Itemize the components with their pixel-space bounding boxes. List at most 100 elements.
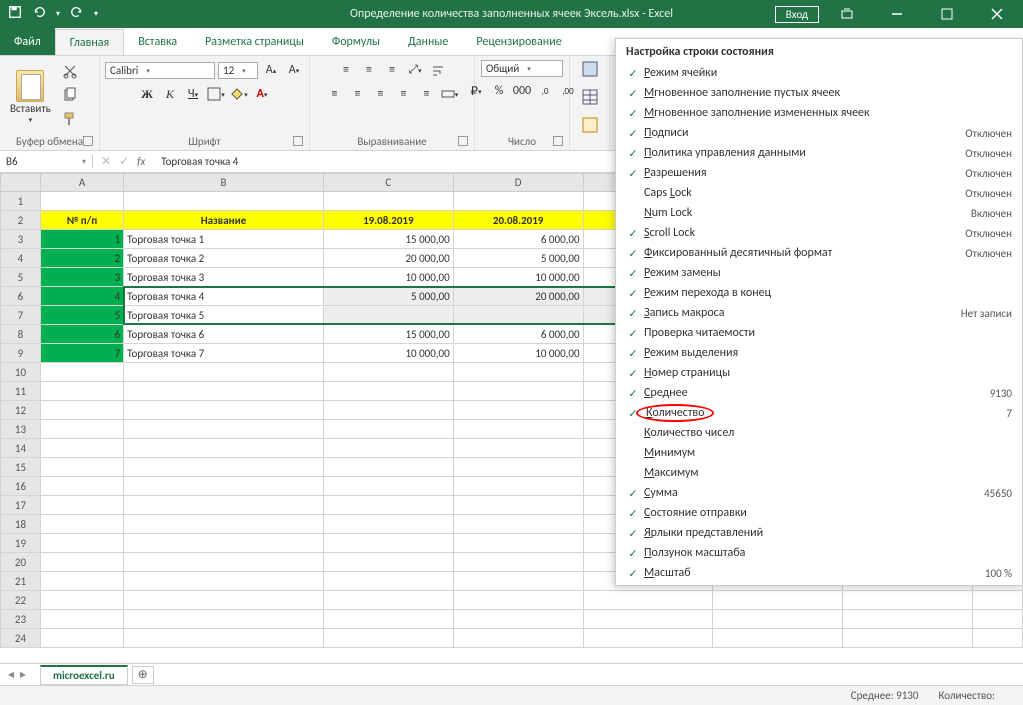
cell[interactable] [453, 420, 583, 439]
font-launcher-icon[interactable] [293, 136, 303, 146]
row-header[interactable]: 17 [1, 496, 41, 515]
cell[interactable]: 6 [40, 325, 123, 344]
tab-layout[interactable]: Разметка страницы [191, 28, 318, 55]
cell[interactable] [323, 591, 453, 610]
cell[interactable] [713, 629, 843, 648]
row-header[interactable]: 14 [1, 439, 41, 458]
cell[interactable] [453, 458, 583, 477]
context-menu-item[interactable]: ✓Ярлыки представлений [616, 523, 1022, 543]
tab-review[interactable]: Рецензирование [462, 28, 575, 55]
clipboard-launcher-icon[interactable] [83, 136, 93, 146]
context-menu-item[interactable]: ✓Режим перехода в конец [616, 283, 1022, 303]
cut-icon[interactable] [62, 63, 78, 83]
cell[interactable] [40, 534, 123, 553]
cell[interactable] [323, 382, 453, 401]
cell[interactable] [323, 477, 453, 496]
cell[interactable]: 10 000,00 [323, 268, 453, 287]
wrap-text-icon[interactable] [428, 60, 448, 80]
cell[interactable] [583, 610, 713, 629]
login-button[interactable]: Вход [775, 6, 819, 23]
cell[interactable] [323, 363, 453, 382]
cell[interactable] [124, 496, 324, 515]
context-menu-item[interactable]: ✓Запись макросаНет записи [616, 303, 1022, 323]
font-size-select[interactable]: 12▾ [218, 62, 258, 79]
decrease-font-icon[interactable]: A▾ [284, 60, 304, 80]
tab-nav-next-icon[interactable]: ▸ [20, 667, 26, 682]
cell[interactable] [323, 401, 453, 420]
cell[interactable] [713, 591, 843, 610]
context-menu-item[interactable]: ✓Режим замены [616, 263, 1022, 283]
cell[interactable] [453, 534, 583, 553]
tab-insert[interactable]: Вставка [124, 28, 191, 55]
context-menu-item[interactable]: ✓Фиксированный десятичный форматОтключен [616, 243, 1022, 263]
context-menu-item[interactable]: ✓Мгновенное заполнение измененных ячеек [616, 103, 1022, 123]
cell[interactable] [323, 458, 453, 477]
cell[interactable]: 2 [40, 249, 123, 268]
font-name-select[interactable]: Calibri▾ [105, 62, 215, 79]
align-center-icon[interactable]: ≡ [348, 84, 368, 104]
cell[interactable] [124, 591, 324, 610]
cell[interactable] [973, 591, 1023, 610]
cell[interactable]: 1 [40, 230, 123, 249]
context-menu-item[interactable]: ✓Количество7 [616, 403, 1022, 423]
row-header[interactable]: 22 [1, 591, 41, 610]
cell[interactable]: 3 [40, 268, 123, 287]
cell[interactable] [40, 496, 123, 515]
format-table-icon[interactable] [581, 88, 599, 110]
enter-formula-icon[interactable]: ✓ [119, 154, 129, 169]
underline-button[interactable]: Ч ▾ [183, 84, 203, 104]
context-menu-item[interactable]: ✓Режим выделения [616, 343, 1022, 363]
cell[interactable]: 5 [40, 306, 123, 325]
cell[interactable] [124, 553, 324, 572]
status-bar[interactable]: Среднее: 9130 Количество: [0, 685, 1023, 705]
undo-dropdown-icon[interactable]: ▾ [56, 9, 60, 19]
row-header[interactable]: 23 [1, 610, 41, 629]
cell[interactable] [323, 192, 453, 211]
increase-font-icon[interactable]: A▴ [261, 60, 281, 80]
cell[interactable]: Торговая точка 4 [124, 287, 324, 306]
cell[interactable] [124, 401, 324, 420]
context-menu-item[interactable]: ✓Среднее9130 [616, 383, 1022, 403]
cancel-formula-icon[interactable]: ✕ [101, 154, 111, 169]
sheet-tab[interactable]: microexcel.ru [40, 665, 128, 685]
row-header[interactable]: 1 [1, 192, 41, 211]
cell[interactable] [40, 553, 123, 572]
save-icon[interactable] [8, 5, 22, 23]
alignment-launcher-icon[interactable] [458, 136, 468, 146]
context-menu-item[interactable]: Максимум [616, 463, 1022, 483]
cell[interactable] [713, 610, 843, 629]
row-header[interactable]: 20 [1, 553, 41, 572]
cell[interactable] [843, 629, 973, 648]
tab-file[interactable]: Файл [0, 28, 55, 55]
increase-indent-icon[interactable]: ≡ [417, 84, 437, 104]
fill-color-button[interactable]: ▾ [229, 84, 249, 104]
thousands-icon[interactable]: 000 [512, 81, 532, 101]
number-launcher-icon[interactable] [553, 136, 563, 146]
cell[interactable] [124, 477, 324, 496]
cell[interactable] [323, 515, 453, 534]
border-button[interactable]: ▾ [206, 84, 226, 104]
cell[interactable] [323, 439, 453, 458]
context-menu-item[interactable]: ✓Scroll LockОтключен [616, 223, 1022, 243]
cell[interactable] [40, 382, 123, 401]
row-header[interactable]: 15 [1, 458, 41, 477]
minimize-button[interactable] [875, 0, 919, 28]
maximize-button[interactable] [925, 0, 969, 28]
cell[interactable]: 20 000,00 [323, 249, 453, 268]
cell[interactable] [323, 306, 453, 325]
tab-home[interactable]: Главная [55, 29, 124, 55]
context-menu-item[interactable]: ✓Сумма45650 [616, 483, 1022, 503]
cell[interactable] [124, 382, 324, 401]
cell[interactable] [843, 591, 973, 610]
context-menu-item[interactable]: ✓РазрешенияОтключен [616, 163, 1022, 183]
context-menu-item[interactable]: ✓Состояние отправки [616, 503, 1022, 523]
conditional-format-icon[interactable] [581, 60, 599, 82]
cell[interactable] [40, 458, 123, 477]
merge-icon[interactable]: ▾ [440, 84, 460, 104]
align-left-icon[interactable]: ≡ [325, 84, 345, 104]
row-header[interactable]: 21 [1, 572, 41, 591]
row-header[interactable]: 24 [1, 629, 41, 648]
select-all-cell[interactable] [1, 174, 41, 192]
context-menu-item[interactable]: Num LockВключен [616, 203, 1022, 223]
cell[interactable] [323, 553, 453, 572]
